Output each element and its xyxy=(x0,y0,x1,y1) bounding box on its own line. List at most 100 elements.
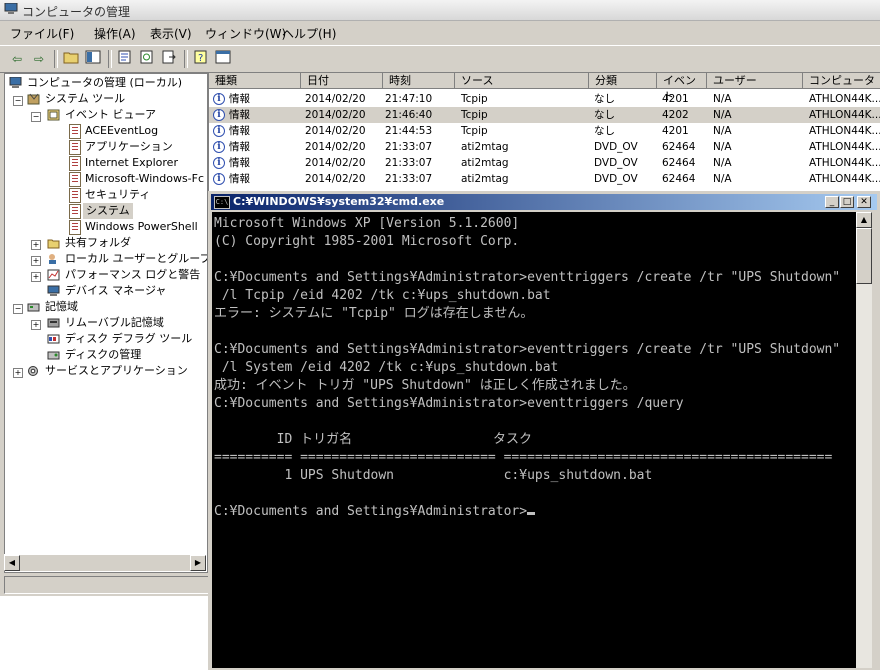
tree-root[interactable]: コンピュータの管理 (ローカル) xyxy=(27,75,182,91)
menu-action[interactable]: 操作(A) xyxy=(94,25,136,42)
console-output[interactable]: Microsoft Windows XP [Version 5.1.2600] … xyxy=(212,212,856,668)
table-row[interactable]: i 情報 2014/02/20 21:33:07 ati2mtag DVD_OV… xyxy=(209,171,880,187)
tree-horizontal-scrollbar[interactable]: ◀ ▶ xyxy=(4,554,206,571)
table-row[interactable]: i 情報 2014/02/20 21:47:10 Tcpip なし 4201 N… xyxy=(209,91,880,107)
console-prompt: C:¥Documents and Settings¥Administrator> xyxy=(214,504,528,519)
performance-icon xyxy=(47,269,60,281)
show-hide-tree-icon[interactable] xyxy=(84,50,102,68)
cell-source: Tcpip xyxy=(461,125,488,137)
tree-removable-storage[interactable]: リムーバブル記憶域 xyxy=(65,315,164,331)
collapse-icon[interactable]: − xyxy=(31,112,41,122)
table-row[interactable]: i 情報 2014/02/20 21:44:53 Tcpip なし 4201 N… xyxy=(209,123,880,139)
column-category[interactable]: 分類 xyxy=(589,73,657,89)
log-icon xyxy=(69,156,81,171)
help-icon[interactable]: ? xyxy=(192,50,210,68)
defrag-icon xyxy=(47,334,60,344)
column-event[interactable]: イベント xyxy=(657,73,707,103)
info-icon: i xyxy=(213,93,225,105)
maximize-icon[interactable]: □ xyxy=(840,196,854,208)
cmd-title-bar[interactable]: C:\ C:¥WINDOWS¥system32¥cmd.exe _ □ ✕ xyxy=(211,194,877,210)
tree-shared-folders[interactable]: 共有フォルダ xyxy=(65,235,131,251)
cell-type: 情報 xyxy=(229,93,250,105)
cell-user: N/A xyxy=(713,173,732,185)
menu-file[interactable]: ファイル(F) xyxy=(10,25,74,42)
collapse-icon[interactable]: − xyxy=(13,96,23,106)
tree-device-manager[interactable]: デバイス マネージャ xyxy=(65,283,166,299)
cell-source: ati2mtag xyxy=(461,141,509,153)
cell-time: 21:47:10 xyxy=(385,93,433,105)
expand-icon[interactable]: + xyxy=(31,320,41,330)
up-folder-icon[interactable] xyxy=(62,50,80,68)
computer-icon xyxy=(4,3,18,14)
console-line: 成功: イベント トリガ "UPS Shutdown" は正しく作成されました。 xyxy=(214,378,636,393)
tree-log-powershell[interactable]: Windows PowerShell xyxy=(85,219,198,235)
table-row[interactable]: i 情報 2014/02/20 21:33:07 ati2mtag DVD_OV… xyxy=(209,155,880,171)
tree-log-system[interactable]: システム xyxy=(83,203,133,219)
log-icon xyxy=(69,188,81,203)
scroll-thumb[interactable] xyxy=(856,228,872,284)
scroll-up-icon[interactable]: ▲ xyxy=(856,212,872,228)
column-type[interactable]: 種類 xyxy=(209,73,301,89)
tree-log-security[interactable]: セキュリティ xyxy=(85,187,150,203)
console-view-icon[interactable] xyxy=(214,50,232,68)
column-time[interactable]: 時刻 xyxy=(383,73,455,89)
menu-help[interactable]: ヘルプ(H) xyxy=(282,25,336,42)
tree-local-users[interactable]: ローカル ユーザーとグループ xyxy=(65,251,207,267)
scroll-left-icon[interactable]: ◀ xyxy=(4,555,20,571)
computer-management-icon xyxy=(9,77,22,88)
tree-performance-logs[interactable]: パフォーマンス ログと警告 xyxy=(65,267,200,283)
console-line: /l System /eid 4202 /tk c:¥ups_shutdown.… xyxy=(214,360,559,375)
tree-storage[interactable]: 記憶域 xyxy=(45,299,78,315)
console-line: C:¥Documents and Settings¥Administrator>… xyxy=(214,270,841,285)
properties-icon[interactable] xyxy=(116,50,134,68)
cell-time: 21:33:07 xyxy=(385,157,433,169)
column-date[interactable]: 日付 xyxy=(301,73,383,89)
close-icon[interactable]: ✕ xyxy=(857,196,871,208)
tree-log-application[interactable]: アプリケーション xyxy=(85,139,173,155)
expand-icon[interactable]: + xyxy=(31,256,41,266)
menu-view[interactable]: 表示(V) xyxy=(150,25,192,42)
cell-date: 2014/02/20 xyxy=(305,93,366,105)
column-user[interactable]: ユーザー xyxy=(707,73,803,89)
cell-computer: ATHLON44K... xyxy=(809,141,880,153)
console-vertical-scrollbar[interactable]: ▲ xyxy=(856,212,872,668)
cell-computer: ATHLON44K... xyxy=(809,157,880,169)
tree-log-internet-explorer[interactable]: Internet Explorer xyxy=(85,155,178,171)
cell-type: 情報 xyxy=(229,173,250,185)
expand-icon[interactable]: + xyxy=(31,272,41,282)
collapse-icon[interactable]: − xyxy=(13,304,23,314)
menu-window[interactable]: ウィンドウ(W) xyxy=(205,25,286,42)
cell-user: N/A xyxy=(713,93,732,105)
tree-log-aceeventlog[interactable]: ACEEventLog xyxy=(85,123,158,139)
cell-event: 62464 xyxy=(662,141,696,153)
cell-user: N/A xyxy=(713,157,732,169)
tree-disk-management[interactable]: ディスクの管理 xyxy=(65,347,141,363)
shared-folder-icon xyxy=(47,239,60,249)
scroll-right-icon[interactable]: ▶ xyxy=(190,555,206,571)
table-row-selected[interactable]: i 情報 2014/02/20 21:46:40 Tcpip なし 4202 N… xyxy=(209,107,880,123)
tree-disk-defragmenter[interactable]: ディスク デフラグ ツール xyxy=(65,331,192,347)
cell-category: なし xyxy=(594,125,615,137)
console-prompt-line[interactable]: C:¥Documents and Settings¥Administrator> xyxy=(214,503,536,521)
back-icon[interactable]: ⇦ xyxy=(8,50,26,68)
info-icon: i xyxy=(213,109,225,121)
column-source[interactable]: ソース xyxy=(455,73,589,89)
toolbar: ⇦ ⇨ ? xyxy=(0,45,880,73)
tree-event-viewer[interactable]: イベント ビューア xyxy=(65,107,156,123)
refresh-icon[interactable] xyxy=(138,50,156,68)
users-icon xyxy=(49,254,56,264)
expand-icon[interactable]: + xyxy=(13,368,23,378)
tree-system-tools[interactable]: システム ツール xyxy=(45,91,125,107)
tree-log-microsoft-windows[interactable]: Microsoft-Windows-Fc xyxy=(85,171,204,187)
expand-icon[interactable]: + xyxy=(31,240,41,250)
forward-icon[interactable]: ⇨ xyxy=(30,50,48,68)
table-row[interactable]: i 情報 2014/02/20 21:33:07 ati2mtag DVD_OV… xyxy=(209,139,880,155)
cell-type: 情報 xyxy=(229,109,250,121)
tree-services-and-applications[interactable]: サービスとアプリケーション xyxy=(45,363,188,379)
export-list-icon[interactable] xyxy=(160,50,178,68)
cell-category: DVD_OV xyxy=(594,157,638,169)
column-computer[interactable]: コンピュータ xyxy=(803,73,880,89)
minimize-icon[interactable]: _ xyxy=(825,196,839,208)
cell-event: 62464 xyxy=(662,157,696,169)
title-bar: コンピュータの管理 xyxy=(0,0,880,21)
